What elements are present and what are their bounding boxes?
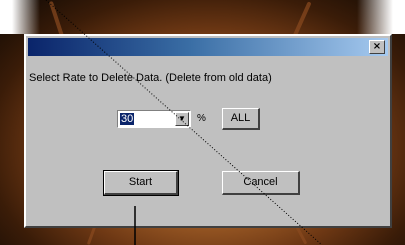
close-icon: × [372, 41, 382, 52]
percent-label: % [197, 113, 206, 124]
rate-dropdown[interactable]: 30 ▼ [117, 110, 191, 128]
all-button[interactable]: ALL [222, 108, 260, 130]
instruction-text: Select Rate to Delete Data. (Delete from… [29, 72, 272, 84]
title-bar[interactable]: × [28, 38, 388, 56]
delete-data-dialog: × [24, 34, 392, 228]
background-vessel [295, 226, 308, 245]
close-button[interactable]: × [369, 40, 385, 54]
cancel-button[interactable]: Cancel [222, 171, 300, 195]
dropdown-arrow-icon[interactable]: ▼ [175, 112, 189, 126]
start-button[interactable]: Start [103, 170, 179, 196]
rate-value: 30 [120, 113, 135, 125]
background-vessel [86, 226, 97, 245]
